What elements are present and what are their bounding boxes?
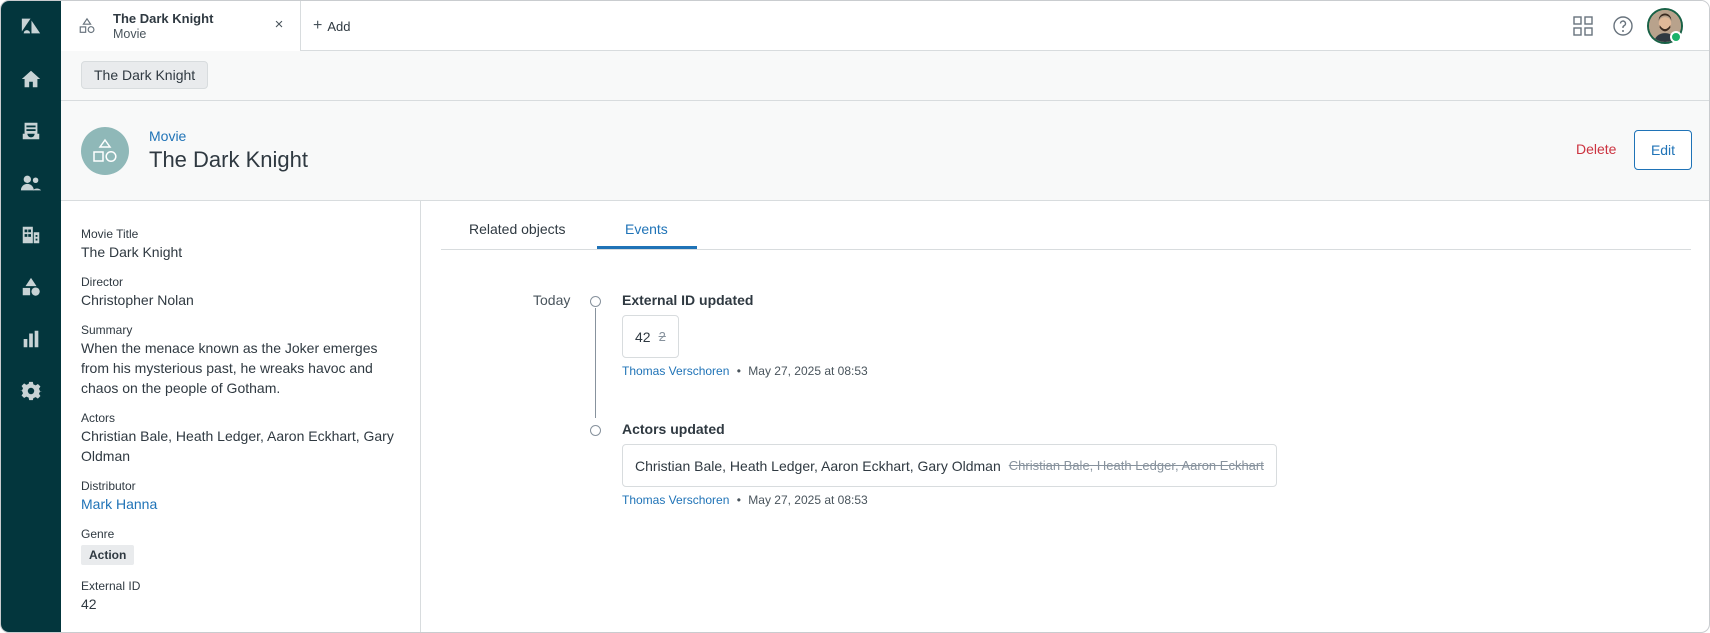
shapes-icon: [79, 17, 95, 34]
old-value: Christian Bale, Heath Ledger, Aaron Eckh…: [1008, 458, 1264, 473]
event-meta: Thomas Verschoren • May 27, 2025 at 08:5…: [622, 364, 868, 378]
field-label: Summary: [81, 323, 133, 337]
gear-icon[interactable]: [15, 375, 47, 407]
field-actors: Actors Christian Bale, Heath Ledger, Aar…: [81, 410, 401, 466]
timeline-day-label: Today: [533, 292, 571, 308]
edit-button[interactable]: Edit: [1634, 130, 1692, 170]
active-tab-indicator: [597, 246, 697, 249]
event-user-link[interactable]: Thomas Verschoren: [622, 493, 729, 507]
page-title: The Dark Knight: [149, 147, 308, 172]
object-type-link[interactable]: Movie: [149, 128, 186, 144]
new-value: 42: [635, 328, 651, 345]
close-icon[interactable]: ×: [270, 16, 288, 34]
grid-apps-icon[interactable]: [1571, 14, 1595, 38]
field-movie-title: Movie Title The Dark Knight: [81, 226, 401, 262]
field-director: Director Christopher Nolan: [81, 274, 401, 310]
field-label: Distributor: [81, 479, 136, 493]
event-time: May 27, 2025 at 08:53: [748, 493, 868, 507]
users-icon[interactable]: [15, 167, 47, 199]
field-label: Genre: [81, 527, 115, 541]
field-label: Actors: [81, 411, 116, 425]
app-window: The Dark Knight Movie × + Add The Dark K…: [0, 0, 1710, 633]
event-meta: Thomas Verschoren • May 27, 2025 at 08:5…: [622, 493, 868, 507]
delete-button[interactable]: Delete: [1576, 141, 1616, 157]
tab-related-objects[interactable]: Related objects: [469, 221, 566, 237]
zendesk-logo-icon[interactable]: [15, 10, 47, 42]
tab-the-dark-knight[interactable]: The Dark Knight Movie ×: [61, 1, 301, 51]
event-change-box: Christian Bale, Heath Ledger, Aaron Eckh…: [622, 444, 1277, 487]
timeline-dot: [590, 296, 601, 307]
breadcrumb-bar: The Dark Knight: [61, 51, 1709, 101]
field-value: Christopher Nolan: [81, 292, 194, 308]
field-value: 42: [81, 596, 97, 612]
timeline-dot: [590, 425, 601, 436]
field-value: When the menace known as the Joker emerg…: [81, 340, 378, 396]
presence-indicator: [1670, 31, 1682, 43]
field-genre: Genre Action: [81, 526, 401, 565]
meta-separator: •: [736, 493, 741, 507]
meta-separator: •: [736, 364, 741, 378]
plus-icon: +: [313, 17, 323, 34]
event-title: External ID updated: [622, 292, 754, 308]
event-change-box: 42 2: [622, 315, 679, 358]
field-label: Movie Title: [81, 227, 139, 241]
field-value: Christian Bale, Heath Ledger, Aaron Eckh…: [81, 428, 394, 464]
panel-tabs: Related objects Events: [441, 201, 1691, 250]
shapes-icon: [93, 138, 117, 163]
genre-tag: Action: [81, 545, 135, 565]
timeline-line: [595, 308, 596, 418]
object-header: Movie The Dark Knight Delete Edit: [61, 101, 1709, 201]
breadcrumb[interactable]: The Dark Knight: [81, 61, 209, 89]
building-icon[interactable]: [15, 219, 47, 251]
help-icon[interactable]: [1611, 14, 1635, 38]
event-title: Actors updated: [622, 421, 725, 437]
home-icon[interactable]: [15, 63, 47, 95]
tab-title: The Dark Knight: [113, 11, 214, 26]
tab-subtitle: Movie: [113, 27, 147, 41]
field-summary: Summary When the menace known as the Jok…: [81, 322, 401, 398]
main-nav: [1, 1, 61, 632]
inbox-icon[interactable]: [15, 115, 47, 147]
add-label: Add: [327, 18, 351, 34]
field-distributor: Distributor Mark Hanna: [81, 478, 401, 514]
top-bar: The Dark Knight Movie × + Add: [61, 1, 1709, 51]
event-user-link[interactable]: Thomas Verschoren: [622, 364, 729, 378]
field-external-id: External ID 42: [81, 578, 401, 614]
field-label: External ID: [81, 579, 141, 593]
details-pane: Movie Title The Dark Knight Director Chr…: [61, 201, 421, 632]
object-avatar: [81, 127, 129, 175]
new-value: Christian Bale, Heath Ledger, Aaron Eckh…: [635, 457, 1001, 474]
tab-events[interactable]: Events: [625, 221, 668, 237]
add-tab-button[interactable]: + Add: [313, 15, 350, 37]
event-time: May 27, 2025 at 08:53: [748, 364, 868, 378]
bar-chart-icon[interactable]: [15, 323, 47, 355]
distributor-link[interactable]: Mark Hanna: [81, 494, 401, 514]
field-label: Director: [81, 275, 124, 289]
field-value: The Dark Knight: [81, 244, 183, 260]
old-value: 2: [658, 329, 666, 344]
shapes-icon[interactable]: [15, 271, 47, 303]
